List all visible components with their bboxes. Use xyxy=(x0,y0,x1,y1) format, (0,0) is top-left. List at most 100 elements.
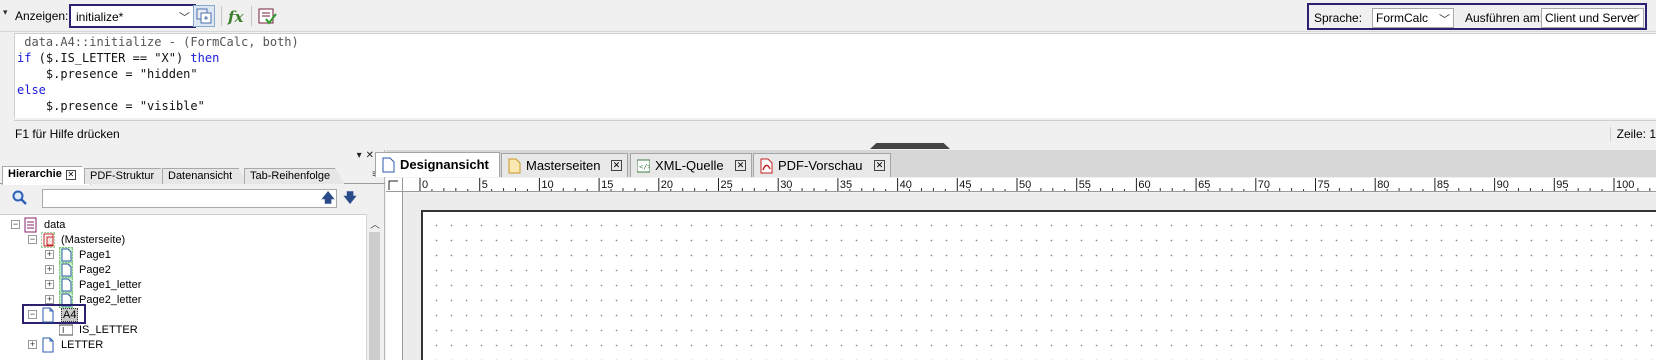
expand-toggle[interactable]: + xyxy=(28,340,37,349)
script-editor[interactable]: data.A4::initialize - (FormCalc, both) i… xyxy=(14,33,1656,118)
code-line-hidden: $.presence = "hidden" xyxy=(17,67,198,81)
chevron-down-icon: ﹀ xyxy=(179,12,190,24)
tree-row-is-letter[interactable]: I IS_LETTER xyxy=(0,322,360,338)
text-field-icon: I xyxy=(59,324,73,336)
tree-label: (Masterseite) xyxy=(61,234,126,246)
tree-label: A4 xyxy=(61,308,79,322)
tree-row-a4[interactable]: − A4 xyxy=(0,307,360,323)
expand-toggle[interactable]: + xyxy=(45,250,54,259)
help-hint: F1 für Hilfe drücken xyxy=(15,127,120,141)
chevron-down-icon: ﹀ xyxy=(1629,14,1640,26)
tree-row-page2[interactable]: + Page2 xyxy=(0,262,360,278)
tab-xml-source-label: XML-Quelle xyxy=(655,158,724,173)
master-pages-icon xyxy=(41,232,55,248)
close-icon[interactable]: ✕ xyxy=(735,160,746,171)
language-settings-group: Sprache: FormCalc ﹀ Ausführen am: Client… xyxy=(1307,3,1647,30)
ruler-label: 0 xyxy=(422,179,428,191)
script-editor-toolbar: ▾ Anzeigen: initialize* ﹀ fx Sprache: Fo… xyxy=(0,0,1656,32)
tab-tab-order-label: Tab-Reihenfolge xyxy=(250,170,331,182)
show-event-value: initialize* xyxy=(76,10,124,24)
toolbar-separator xyxy=(221,6,222,26)
run-at-label: Ausführen am: xyxy=(1465,11,1544,25)
tab-data-view[interactable]: Datenansicht xyxy=(162,168,248,184)
horizontal-ruler: 0 5 10 15 20 25 30 35 40 45 50 55 60 65 70 75 80 85 90 95 10… xyxy=(403,178,1656,192)
panel-splitter-handle[interactable] xyxy=(870,143,950,149)
language-select[interactable]: FormCalc ﹀ xyxy=(1372,8,1454,28)
pdf-icon xyxy=(760,158,773,174)
collapse-toggle[interactable]: − xyxy=(28,310,37,319)
functions-button[interactable]: fx xyxy=(225,5,247,27)
scrollbar-thumb[interactable] xyxy=(369,232,380,360)
collapse-toggle[interactable]: − xyxy=(11,220,20,229)
keyword-then: then xyxy=(190,51,220,65)
master-page-icon xyxy=(59,262,73,278)
tab-hierarchy-label: Hierarchie xyxy=(8,168,62,180)
hierarchy-panel: ▾✕ Hierarchie ✕ PDF-Struktur Datenansicht… xyxy=(0,150,385,360)
search-input[interactable] xyxy=(42,189,337,208)
events-children-icon xyxy=(196,8,212,24)
tab-tab-order[interactable]: Tab-Reihenfolge xyxy=(244,168,346,184)
code-line-else: else xyxy=(17,83,46,97)
tree-scrollbar[interactable]: ︿ xyxy=(366,214,382,360)
expand-toggle[interactable]: + xyxy=(45,280,54,289)
language-label: Sprache: xyxy=(1314,11,1363,25)
tree-row-data[interactable]: − data xyxy=(0,217,360,233)
expand-toggle[interactable]: + xyxy=(45,265,54,274)
tree-label: Page1_letter xyxy=(79,279,142,291)
check-script-syntax-button[interactable] xyxy=(256,5,278,27)
tab-pdf-structure-label: PDF-Struktur xyxy=(90,170,155,182)
tree-row-letter[interactable]: + LETTER xyxy=(0,337,360,353)
subform-icon xyxy=(42,337,54,353)
tree-row-page1[interactable]: + Page1 xyxy=(0,247,360,263)
ruler-scale: 0 5 10 15 20 25 30 35 40 45 50 55 60 65 70 75 80 85 90 95 10… xyxy=(419,178,1651,191)
ruler-corner xyxy=(386,178,403,192)
tab-design-view-label: Designansicht xyxy=(400,157,489,172)
fx-icon: fx xyxy=(227,8,244,26)
tab-master-pages-label: Masterseiten xyxy=(526,158,601,173)
hierarchy-tree[interactable]: − data − (Masterseite) + Page1 + Page2 +… xyxy=(0,214,366,360)
move-down-button[interactable]: 🡇 xyxy=(343,190,357,206)
document-tabbar: Designansicht Masterseiten ✕ </> XML-Que… xyxy=(375,150,1656,177)
tab-pdf-structure[interactable]: PDF-Struktur xyxy=(84,168,170,184)
tab-hierarchy[interactable]: Hierarchie ✕ xyxy=(2,166,91,185)
close-icon[interactable]: ✕ xyxy=(65,170,76,180)
collapse-editor-icon[interactable]: ▾ xyxy=(3,8,8,17)
tab-xml-source[interactable]: </> XML-Quelle ✕ xyxy=(630,153,752,177)
close-icon[interactable]: ✕ xyxy=(874,160,885,171)
tree-label: Page2_letter xyxy=(79,294,142,306)
tree-label: LETTER xyxy=(61,339,104,351)
svg-text:I: I xyxy=(62,326,64,335)
scroll-up-icon[interactable]: ︿ xyxy=(370,216,380,231)
master-page-icon xyxy=(59,277,73,293)
show-label: Anzeigen: xyxy=(15,9,69,23)
tab-pdf-preview[interactable]: PDF-Vorschau ✕ xyxy=(753,153,891,177)
tree-label: Page1 xyxy=(79,249,111,261)
tree-label: data xyxy=(44,219,66,231)
page-icon xyxy=(382,157,395,173)
language-value: FormCalc xyxy=(1376,11,1429,25)
collapse-toggle[interactable]: − xyxy=(28,235,37,244)
panel-tabbar: Hierarchie ✕ PDF-Struktur Datenansicht Ta… xyxy=(0,166,385,185)
show-event-select[interactable]: initialize* ﹀ xyxy=(69,4,196,28)
run-at-select[interactable]: Client und Server ﹀ xyxy=(1541,8,1644,28)
code-line-header: data.A4::initialize - (FormCalc, both) xyxy=(17,35,299,49)
form-page[interactable] xyxy=(421,210,1656,360)
tab-data-view-label: Datenansicht xyxy=(168,170,233,182)
ruler-corner-icon xyxy=(388,180,398,190)
tab-master-pages[interactable]: Masterseiten ✕ xyxy=(501,153,628,177)
move-up-button[interactable]: 🡅 xyxy=(321,190,335,206)
close-icon[interactable]: ✕ xyxy=(611,160,622,171)
svg-text:</>: </> xyxy=(639,163,650,171)
line-indicator: Zeile: 1 xyxy=(1609,127,1656,141)
show-events-for-children-button[interactable] xyxy=(193,5,215,27)
tree-row-master-pages[interactable]: − (Masterseite) xyxy=(0,232,360,248)
vertical-ruler xyxy=(386,192,403,360)
search-icon[interactable] xyxy=(12,190,28,206)
tab-design-view[interactable]: Designansicht xyxy=(375,152,500,177)
tree-row-page1-letter[interactable]: + Page1_letter xyxy=(0,277,360,293)
keyword-if: if xyxy=(17,51,32,65)
master-page-icon xyxy=(59,247,73,263)
expand-toggle[interactable]: + xyxy=(45,295,54,304)
code-line-if: if ($.IS_LETTER == "X") then xyxy=(17,50,219,66)
run-at-value: Client und Server xyxy=(1545,11,1638,25)
